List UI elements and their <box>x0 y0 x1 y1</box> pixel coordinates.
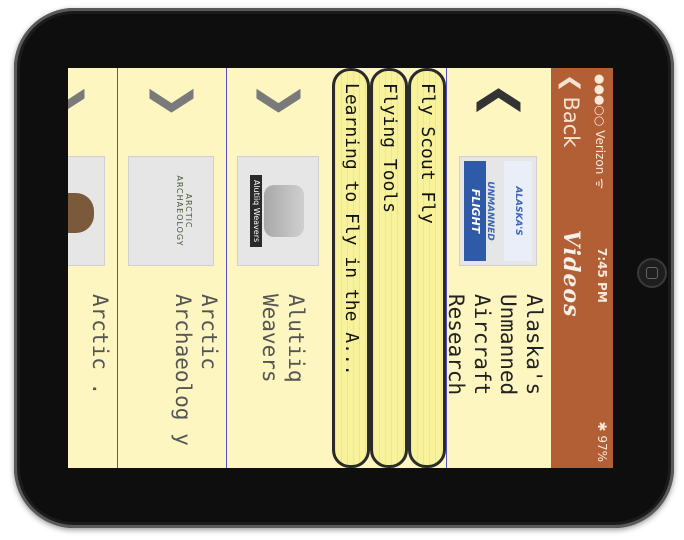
chevron-down-icon: ❯ <box>68 82 91 119</box>
chevron-down-icon: ❮ <box>476 82 527 119</box>
video-title: Alaska's Unmanned Aircraft Research <box>444 294 546 396</box>
thumbnail-caption: ARCTIC ARCHAEOLOGY <box>175 175 193 247</box>
video-list-item[interactable]: ❯ Alutiiq Weavers Alutiiq Weavers <box>226 68 331 468</box>
chevron-left-icon: ❮ <box>558 74 583 93</box>
thumbnail-caption: Alutiiq Weavers <box>250 175 262 247</box>
thumbnail-caption: ALASKA'S UNMANNED <box>485 161 532 261</box>
video-title: Flying Tools <box>379 83 400 214</box>
screen: ●●●○○ Verizon ᯤ 7:45 PM ✱ 97% ❮ Back Vide… <box>68 68 613 468</box>
battery-indicator: ✱ 97% <box>595 421 609 462</box>
video-list-item[interactable]: ❯ ARCTIC ARCHAEOLOGY Arctic Archaeolog y <box>117 68 226 468</box>
clock: 7:45 PM <box>595 248 609 303</box>
video-title: Alutiiq Weavers <box>258 294 308 383</box>
tablet-device: ●●●○○ Verizon ᯤ 7:45 PM ✱ 97% ❮ Back Vide… <box>14 8 674 528</box>
video-list-item[interactable]: Fly Scout Fly <box>408 68 446 468</box>
chevron-down-icon: ❯ <box>256 82 307 119</box>
video-list-item[interactable]: ❯ Arctic . <box>68 68 117 468</box>
video-title: Fly Scout Fly <box>417 83 438 224</box>
navigation-bar: ❮ Back Videos <box>551 68 591 468</box>
back-label: Back <box>559 96 583 148</box>
animal-image <box>68 193 94 233</box>
video-title: Learning to Fly in the A... <box>341 83 362 376</box>
thumbnail-caption: FLIGHT RESEARCH <box>459 161 486 261</box>
video-list-item[interactable]: Flying Tools <box>370 68 408 468</box>
video-thumbnail: ARCTIC ARCHAEOLOGY <box>128 156 214 266</box>
home-button[interactable] <box>637 258 667 288</box>
video-thumbnail: Alutiiq Weavers <box>237 156 319 266</box>
video-thumbnail <box>68 156 105 266</box>
screen-content: ●●●○○ Verizon ᯤ 7:45 PM ✱ 97% ❮ Back Vide… <box>68 68 613 468</box>
status-bar: ●●●○○ Verizon ᯤ 7:45 PM ✱ 97% <box>591 68 613 468</box>
carrier-label: ●●●○○ Verizon ᯤ <box>593 74 607 190</box>
video-list-item[interactable]: ❮ ALASKA'S UNMANNED FLIGHT RESEARCH Alas… <box>444 68 551 468</box>
video-list-item[interactable]: Learning to Fly in the A... <box>332 68 370 468</box>
video-title: Arctic . <box>88 294 112 396</box>
chevron-down-icon: ❯ <box>149 82 200 119</box>
back-button[interactable]: ❮ Back <box>558 74 583 147</box>
video-title: Arctic Archaeolog y <box>171 294 221 446</box>
page-title: Videos <box>558 230 584 318</box>
video-thumbnail: ALASKA'S UNMANNED FLIGHT RESEARCH <box>459 156 537 266</box>
basket-image <box>264 185 304 237</box>
